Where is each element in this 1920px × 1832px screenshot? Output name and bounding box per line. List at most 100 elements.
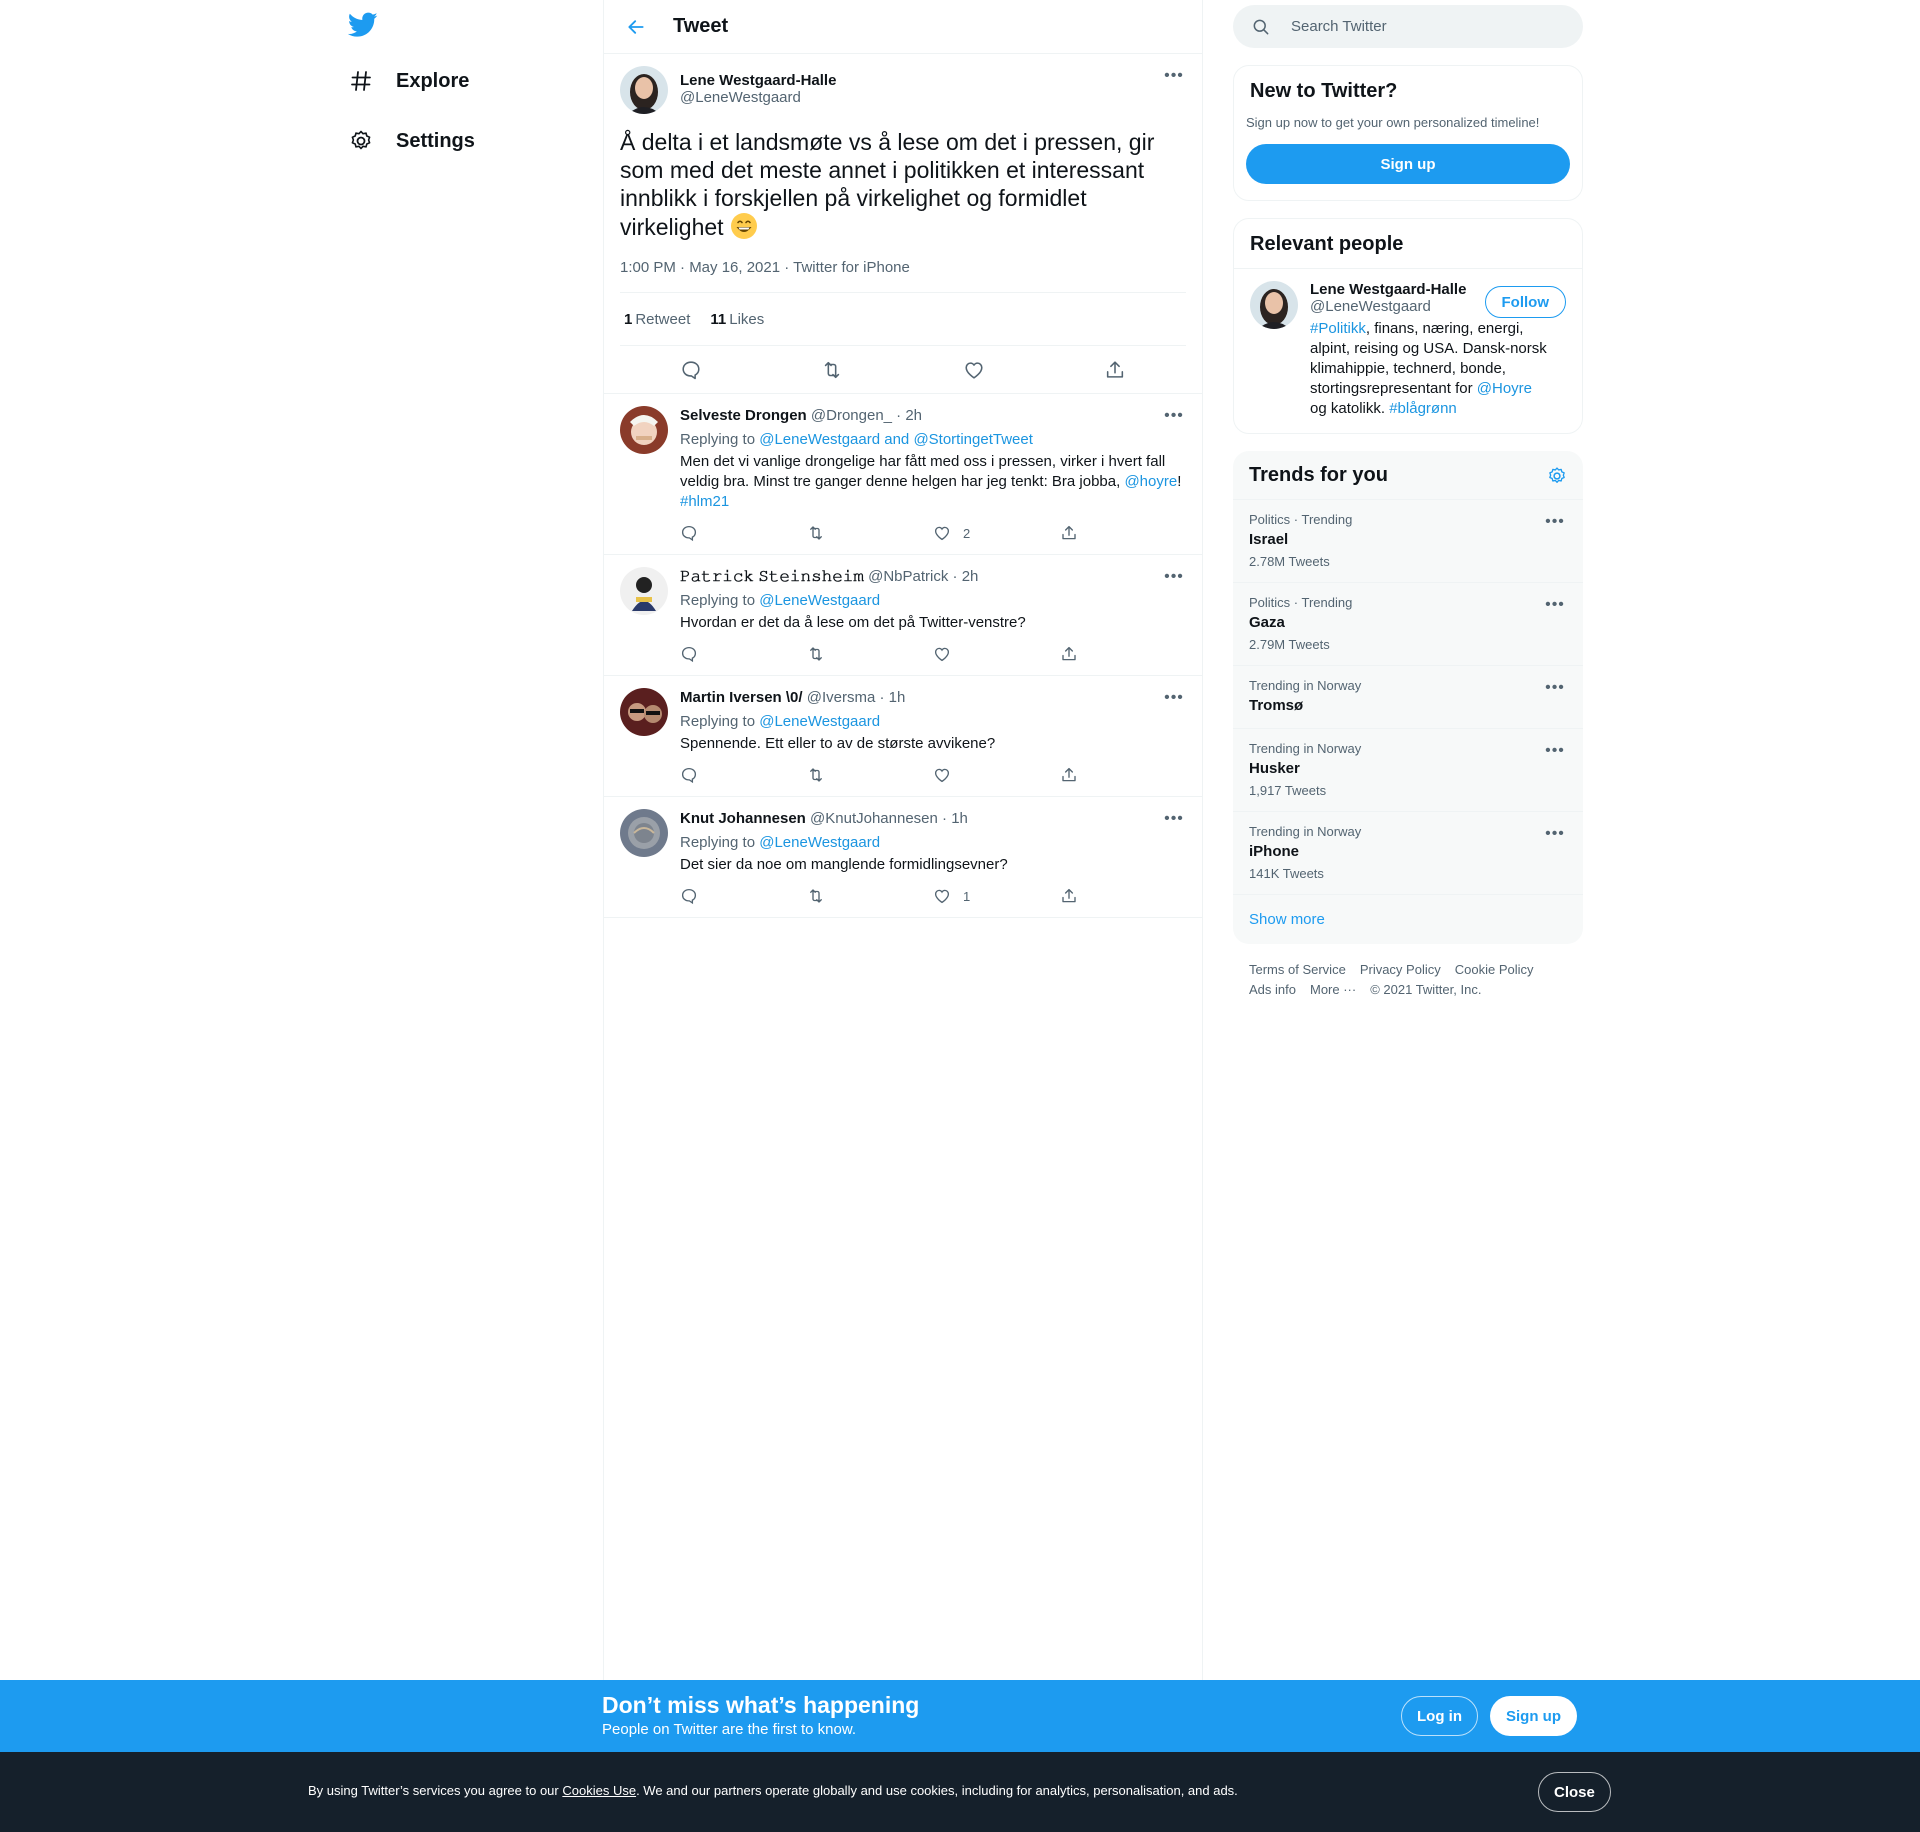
share-icon [1061,888,1076,903]
replying-to-link[interactable]: @LeneWestgaard [759,713,880,730]
avatar[interactable] [620,567,668,615]
reply-time[interactable]: · 1h [942,810,968,827]
retweet-button[interactable] [807,887,934,905]
like-button[interactable] [933,766,1060,784]
more-icon[interactable]: ••• [1543,741,1567,761]
trend-item[interactable]: Politics · Trending Gaza 2.79M Tweets ••… [1233,583,1583,666]
like-button[interactable]: 1 [933,887,1060,905]
replying-to-link[interactable]: @LeneWestgaard [759,592,880,609]
trend-context: Politics · Trending [1249,512,1353,527]
log-in-button[interactable]: Log in [1401,1696,1478,1736]
trend-item[interactable]: Politics · Trending Israel 2.78M Tweets … [1233,500,1583,583]
bio-hashtag-link[interactable]: #Politikk [1310,320,1366,337]
search-input[interactable] [1291,18,1541,35]
like-button[interactable] [963,359,985,381]
reply-button[interactable] [680,645,807,663]
reply-author-name[interactable]: Selveste Drongen [680,407,807,424]
reply-author-name[interactable]: Knut Johannesen [680,810,806,827]
avatar[interactable] [620,406,668,454]
retweet-button[interactable] [807,766,934,784]
cookies-use-link[interactable]: Cookies Use [562,1783,636,1798]
share-button[interactable] [1060,766,1187,784]
like-button[interactable]: 2 [933,524,1060,542]
reply-tweet[interactable]: Martin Iversen \0/ @Iversma · 1h Replyin… [604,676,1202,797]
more-icon[interactable]: ••• [1543,512,1567,532]
author-handle[interactable]: @LeneWestgaard [680,89,836,106]
mention-link[interactable]: @hoyre [1124,473,1177,490]
sign-up-button[interactable]: Sign up [1246,144,1570,184]
reply-time[interactable]: · 1h [879,689,905,706]
reply-button[interactable] [680,887,807,905]
retweet-button[interactable] [807,524,934,542]
like-button[interactable] [933,645,1060,663]
reply-author-handle[interactable]: @NbPatrick [868,568,948,585]
share-button[interactable] [1060,887,1187,905]
twitter-bird-icon[interactable] [347,12,378,38]
avatar[interactable] [1250,281,1298,329]
reply-author-handle[interactable]: @Iversma [807,689,876,706]
reply-button[interactable] [680,766,807,784]
gear-icon[interactable] [1547,466,1567,486]
trend-item[interactable]: Trending in Norway Husker 1,917 Tweets •… [1233,729,1583,812]
privacy-link[interactable]: Privacy Policy [1360,962,1441,977]
retweet-stat[interactable]: 1 Retweet [624,311,690,328]
replying-to-link[interactable]: @LeneWestgaard and @StortingetTweet [759,431,1033,448]
author-name[interactable]: Lene Westgaard-Halle [680,72,836,89]
share-button[interactable] [1104,359,1126,381]
avatar[interactable] [620,809,668,857]
hashtag-link[interactable]: #hlm21 [680,493,729,510]
more-link[interactable]: More ··· [1310,982,1356,997]
reply-icon [681,888,697,905]
reply-time[interactable]: · 2h [896,407,922,424]
retweet-icon [809,526,822,540]
avatar[interactable] [620,688,668,736]
search-bar[interactable] [1233,5,1583,48]
cookie-policy-link[interactable]: Cookie Policy [1455,962,1534,977]
back-button[interactable] [621,12,651,42]
trend-item[interactable]: Trending in Norway iPhone 141K Tweets ••… [1233,812,1583,895]
reply-tweet[interactable]: 𝙿𝚊𝚝𝚛𝚒𝚌𝚔 𝚂𝚝𝚎𝚒𝚗𝚜𝚑𝚎𝚒𝚖 @NbPatrick · 2h Reply… [604,555,1202,676]
share-icon [1061,646,1076,661]
more-icon[interactable]: ••• [1162,66,1186,86]
nav-explore[interactable]: Explore [348,68,469,94]
more-icon[interactable]: ••• [1162,809,1186,829]
tweet-timestamp[interactable]: 1:00 PM · May 16, 2021 · Twitter for iPh… [620,259,1186,293]
relevant-person[interactable]: Lene Westgaard-Halle @LeneWestgaard #Pol… [1234,269,1582,433]
close-button[interactable]: Close [1538,1772,1611,1812]
follow-button[interactable]: Follow [1484,286,1566,318]
retweet-button[interactable] [807,645,934,663]
sign-up-button[interactable]: Sign up [1490,1696,1577,1736]
trend-item[interactable]: Trending in Norway Tromsø ••• [1233,666,1583,729]
likes-stat[interactable]: 11 Likes [710,311,764,328]
reply-author-name[interactable]: Martin Iversen \0/ [680,689,803,706]
show-more-link[interactable]: Show more [1233,895,1583,944]
share-button[interactable] [1060,524,1187,542]
avatar[interactable] [620,66,668,114]
bio-hashtag-link[interactable]: #blågrønn [1389,400,1457,417]
reply-author-handle[interactable]: @KnutJohannesen [810,810,938,827]
reply-tweet[interactable]: Selveste Drongen @Drongen_ · 2h Replying… [604,394,1202,555]
terms-link[interactable]: Terms of Service [1249,962,1346,977]
more-icon[interactable]: ••• [1543,824,1567,844]
reply-tweet[interactable]: Knut Johannesen @KnutJohannesen · 1h Rep… [604,797,1202,918]
more-icon[interactable]: ••• [1543,595,1567,615]
share-icon [1107,360,1124,378]
more-icon[interactable]: ••• [1543,678,1567,698]
relevant-people-card: Relevant people Lene Westgaard-Halle @Le… [1233,218,1583,434]
more-icon[interactable]: ••• [1162,406,1186,426]
share-button[interactable] [1060,645,1187,663]
reply-author-handle[interactable]: @Drongen_ [811,407,892,424]
reply-author-name[interactable]: 𝙿𝚊𝚝𝚛𝚒𝚌𝚔 𝚂𝚝𝚎𝚒𝚗𝚜𝚑𝚎𝚒𝚖 [680,568,864,585]
reply-time[interactable]: · 2h [953,568,979,585]
retweet-button[interactable] [821,359,843,381]
cookie-notice: By using Twitter’s services you agree to… [308,1783,1238,1798]
reply-button[interactable] [680,524,807,542]
more-icon[interactable]: ••• [1162,567,1186,587]
more-icon[interactable]: ••• [1162,688,1186,708]
bio-mention-link[interactable]: @Hoyre [1477,380,1532,397]
nav-settings[interactable]: Settings [348,128,475,154]
reply-button[interactable] [680,359,702,381]
trend-context: Trending in Norway [1249,824,1362,839]
ads-info-link[interactable]: Ads info [1249,982,1296,997]
replying-to-link[interactable]: @LeneWestgaard [759,834,880,851]
